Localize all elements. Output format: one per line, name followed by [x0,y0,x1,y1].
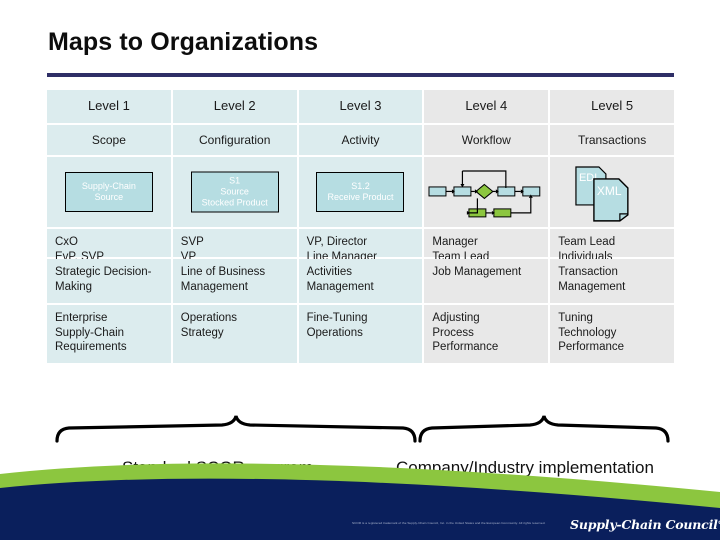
subtitle-transactions: Transactions [550,124,674,155]
mgmt-l2-line1: Line of Business [180,266,266,278]
needs-l4-line2: Process [432,326,474,339]
scor-box-s1-source-stocked-product: S1 Source Stocked Product [190,171,279,213]
mgmt-l1-line1: Strategic Decision- [55,266,152,278]
subtitle-scope: Scope [47,124,171,155]
needs-l4-line3: Performance [432,341,499,353]
needs-l2-line2: Strategy [180,326,224,339]
workflow-flowchart-icon [428,170,541,218]
matrix-diagram-row: Supply-Chain Source S1 Source Stocked Pr… [47,157,674,227]
needs-l5-line2: Technology [558,326,617,339]
header-level-3: Level 3 [298,90,423,123]
management-level-5: Transaction Management [550,259,674,303]
needs-l5-line1: Tuning [558,312,593,324]
needs-l1-line2: Supply-Chain [55,326,125,339]
needs-l2-line1: Operations [180,312,238,324]
roles-l1-line1: CxO [55,236,78,248]
matrix-subtitle-row: Scope Configuration Activity Workflow Tr… [47,124,674,155]
roles-l4-line1: Manager [432,236,478,248]
header-level-5: Level 5 [550,90,674,123]
edi-xml-documents-icon: EDI XML [575,166,629,222]
needs-l1-line1: Enterprise [55,312,108,324]
mgmt-l2-line2: Management [180,280,248,293]
header-level-4: Level 4 [424,90,549,123]
subtitle-activity: Activity [298,124,423,155]
diagram-cell-level-2: S1 Source Stocked Product [172,157,297,227]
needs-level-1: Enterprise Supply-Chain Requirements [47,305,171,363]
page-title: Maps to Organizations [48,28,319,56]
subtitle-configuration: Configuration [172,124,297,155]
subtitle-workflow: Workflow [424,124,549,155]
roles-level-2: SVP VP [172,229,297,263]
scor-level-matrix: Level 1 Level 2 Level 3 Level 4 Level 5 … [47,90,674,365]
matrix-header-row: Level 1 Level 2 Level 3 Level 4 Level 5 [47,90,674,123]
needs-level-4: Adjusting Process Performance [424,305,549,363]
management-level-1: Strategic Decision- Making [47,259,171,303]
scor-box-l2-line2: Source [220,186,249,197]
roles-l5-line1: Team Lead [558,236,616,248]
header-level-2: Level 2 [172,90,297,123]
scor-box-l1-line2: Source [94,192,124,202]
header-level-1: Level 1 [47,90,171,123]
scor-box-supply-chain-source: Supply-Chain Source [64,172,153,212]
management-level-4: Job Management [424,259,549,303]
mgmt-l3-line2: Management [306,280,374,293]
brace-left [55,415,417,443]
management-level-3: Activities Management [298,259,423,303]
roles-l3-line1: VP, Director [306,236,368,248]
matrix-roles-row: CxO EvP, SVP SVP VP VP, Director Line Ma… [47,229,674,263]
roles-level-4: Manager Team Lead [424,229,549,263]
mgmt-l3-line1: Activities [306,266,352,278]
diagram-cell-level-5: EDI XML [550,157,674,227]
needs-l3-line1: Fine-Tuning [306,312,368,324]
needs-level-2: Operations Strategy [172,305,297,363]
mgmt-l5-line2: Management [558,280,626,293]
scor-box-l2-line1: S1 [229,175,241,186]
scor-box-l3-line1: S1.2 [351,181,370,191]
scor-box-l2-line3: Stocked Product [201,197,268,208]
diagram-cell-level-3: S1.2 Receive Product [298,157,423,227]
roles-level-5: Team Lead Individuals [550,229,674,263]
needs-level-3: Fine-Tuning Operations [298,305,423,363]
scor-box-l1-line1: Supply-Chain [81,181,136,191]
needs-l1-line3: Requirements [55,341,127,353]
brace-right [418,415,670,443]
needs-l4-line1: Adjusting [432,312,480,324]
mgmt-l5-line1: Transaction [558,266,618,278]
diagram-cell-level-4 [424,157,549,227]
management-level-2: Line of Business Management [172,259,297,303]
footer-trademark-note: SCOR is a registered trademark of the Su… [352,521,546,525]
needs-l3-line2: Operations [306,326,363,339]
logo-text: Supply-Chain Council [570,517,718,532]
needs-level-5: Tuning Technology Performance [550,305,674,363]
title-divider [47,73,674,77]
supply-chain-council-logo: Supply-Chain Council® [570,517,720,532]
roles-level-1: CxO EvP, SVP [47,229,171,263]
roles-l2-line1: SVP [180,236,204,248]
matrix-management-row: Strategic Decision- Making Line of Busin… [47,259,674,303]
mgmt-l4-line1: Job Management [432,266,522,278]
needs-l5-line3: Performance [558,341,625,353]
roles-level-3: VP, Director Line Manager [298,229,423,263]
diagram-cell-level-1: Supply-Chain Source [47,157,171,227]
slide-root: Maps to Organizations Level 1 Level 2 Le… [0,0,720,540]
matrix-needs-row: Enterprise Supply-Chain Requirements Ope… [47,305,674,363]
scor-box-s12-receive-product: S1.2 Receive Product [316,172,405,212]
mgmt-l1-line2: Making [55,280,93,293]
scor-box-l3-line2: Receive Product [327,192,394,202]
document-label-xml: XML [597,184,622,198]
